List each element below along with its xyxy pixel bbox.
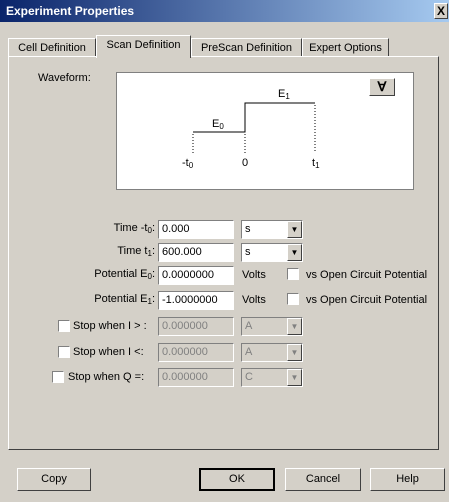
time-t0-label: Time -t0:: [113, 222, 155, 235]
potential-e1-sub: 1: [147, 297, 152, 306]
time-t1-label: Time t1:: [117, 245, 155, 258]
stop-i-greater-input[interactable]: 0.000000: [158, 317, 234, 336]
tab-cell-definition[interactable]: Cell Definition: [8, 38, 96, 57]
e0-sub: 0: [219, 122, 224, 131]
tab-scan-definition[interactable]: Scan Definition: [96, 35, 191, 58]
t1-label: t1: [312, 157, 320, 170]
close-button[interactable]: X: [434, 3, 448, 19]
t0-label: -t0: [182, 157, 193, 170]
cancel-button[interactable]: Cancel: [285, 468, 361, 491]
time-t0-unit-select[interactable]: s ▼: [241, 220, 303, 239]
e1-sub: 1: [285, 92, 290, 101]
tab-expert-options[interactable]: Expert Options: [302, 38, 389, 57]
stop-i-greater-unit-value: A: [245, 320, 253, 332]
chevron-down-icon[interactable]: ▼: [287, 344, 302, 361]
stop-i-less-checkbox[interactable]: [58, 346, 70, 358]
zero-label: 0: [242, 157, 249, 169]
chevron-down-icon[interactable]: ▼: [287, 221, 302, 238]
ok-button[interactable]: OK: [199, 468, 275, 491]
help-button[interactable]: Help: [370, 468, 445, 491]
stop-i-less-unit-select[interactable]: A ▼: [241, 343, 303, 362]
stop-i-greater-unit-select[interactable]: A ▼: [241, 317, 303, 336]
potential-e0-label: Potential E0:: [94, 268, 155, 281]
e0-vs-ocp-label: vs Open Circuit Potential: [306, 269, 428, 281]
time-t1-unit-value: s: [245, 246, 251, 258]
stop-q-equal-input[interactable]: 0.000000: [158, 368, 234, 387]
e1-vs-ocp-label: vs Open Circuit Potential: [306, 294, 428, 306]
time-t0-sub: 0: [147, 226, 152, 235]
stop-i-less-input[interactable]: 0.000000: [158, 343, 234, 362]
potential-e0-input[interactable]: 0.0000000: [158, 266, 234, 285]
window-title: Experiment Properties: [6, 4, 135, 18]
e1-vs-ocp-checkbox[interactable]: [287, 293, 299, 305]
potential-e0-main: Potential E: [94, 268, 148, 280]
stop-q-equal-label: Stop when Q =:: [68, 371, 145, 383]
stop-q-equal-unit-select[interactable]: C ▼: [241, 368, 303, 387]
stop-q-equal-unit-value: C: [245, 371, 253, 383]
potential-e0-sub: 0: [147, 272, 152, 281]
stop-i-greater-label: Stop when I > :: [73, 320, 147, 332]
tab-prescan-definition[interactable]: PreScan Definition: [191, 38, 302, 57]
chevron-down-icon[interactable]: ▼: [287, 369, 302, 386]
title-bar: Experiment Properties X: [0, 0, 449, 22]
t0-main: -t: [182, 157, 189, 169]
copy-button[interactable]: Copy: [17, 468, 91, 491]
waveform-label: Waveform:: [38, 72, 91, 84]
time-t1-unit-select[interactable]: s ▼: [241, 243, 303, 262]
potential-e0-unit: Volts: [242, 269, 266, 281]
stop-i-greater-checkbox[interactable]: [58, 320, 70, 332]
e1-label: E1: [278, 88, 290, 101]
potential-e1-input[interactable]: -1.0000000: [158, 291, 234, 310]
stop-i-less-label: Stop when I <:: [73, 346, 144, 358]
chevron-down-icon[interactable]: ▼: [287, 318, 302, 335]
t0-sub: 0: [188, 161, 194, 170]
time-t0-main: Time -t: [113, 222, 148, 234]
waveform-toggle-button[interactable]: ∀: [369, 78, 395, 96]
time-t1-input[interactable]: 600.000: [158, 243, 234, 262]
time-t0-input[interactable]: 0.000: [158, 220, 234, 239]
potential-e1-unit: Volts: [242, 294, 266, 306]
time-t0-unit-value: s: [245, 223, 251, 235]
time-t1-main: Time t: [117, 245, 148, 257]
time-t1-sub: 1: [147, 249, 152, 258]
t1-sub: 1: [315, 161, 320, 170]
stop-q-equal-checkbox[interactable]: [52, 371, 64, 383]
e0-label: E0: [212, 118, 224, 131]
stop-i-less-unit-value: A: [245, 346, 253, 358]
potential-e1-label: Potential E1:: [94, 293, 155, 306]
potential-e1-main: Potential E: [94, 293, 148, 305]
chevron-down-icon[interactable]: ▼: [287, 244, 302, 261]
e0-vs-ocp-checkbox[interactable]: [287, 268, 299, 280]
